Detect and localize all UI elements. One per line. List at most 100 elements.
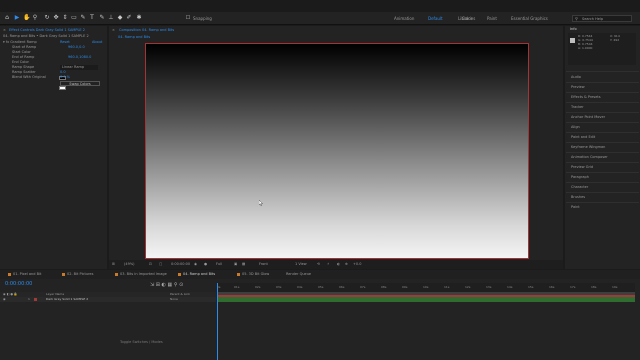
- col-parent-link[interactable]: Parent & Link: [170, 292, 190, 296]
- ramp-shape-dropdown[interactable]: Linear Ramp: [60, 65, 98, 70]
- info-xy: X: 914 Y: 492: [610, 34, 620, 42]
- composition-canvas[interactable]: [145, 43, 529, 259]
- panel-preview[interactable]: Preview: [571, 85, 585, 89]
- param-label: Blend With Original: [12, 75, 46, 79]
- search-help-input[interactable]: ⚲ Search Help: [572, 15, 632, 22]
- dolly-camera-icon[interactable]: ⇕: [62, 15, 68, 21]
- hand-tool-icon[interactable]: ✋: [23, 15, 30, 21]
- fast-preview-icon[interactable]: ⚡: [327, 262, 329, 266]
- panel-align[interactable]: Align: [571, 125, 580, 129]
- clone-stamp-icon[interactable]: ⊥: [108, 15, 114, 21]
- timeline-tools-icons[interactable]: ⇲ ⊞ ◐ ▦ ⚲ ⊙: [150, 282, 183, 288]
- transparency-grid-icon[interactable]: ▦: [242, 262, 245, 266]
- snapping-label: Snapping: [193, 16, 212, 21]
- puppet-tool-icon[interactable]: ✱: [136, 15, 142, 21]
- effect-controls-breadcrumb: 04. Ramp and Bits • Dark Gray Solid 1 SA…: [3, 34, 89, 38]
- panel-tracker[interactable]: Tracker: [571, 105, 584, 109]
- start-of-ramp-value[interactable]: 960.0,0.0: [68, 45, 85, 50]
- snapshot-icon[interactable]: ◉: [194, 262, 197, 266]
- views-dropdown[interactable]: 1 View: [295, 262, 307, 266]
- tab-render-queue[interactable]: Render Queue: [286, 272, 311, 276]
- playhead[interactable]: [217, 283, 218, 360]
- panel-character[interactable]: Character: [571, 185, 588, 189]
- tick-label: 10s: [423, 285, 429, 289]
- type-tool-icon[interactable]: T: [89, 15, 95, 21]
- roto-brush-icon[interactable]: ✐: [126, 15, 132, 21]
- layer-duration-bar[interactable]: [217, 297, 635, 302]
- grid-icon[interactable]: ⊡: [149, 262, 152, 266]
- switch-icons[interactable]: ◉ ◧ ● 🔒: [3, 292, 18, 296]
- roi-icon[interactable]: ▣: [234, 262, 237, 266]
- panel-effects-presets[interactable]: Effects & Presets: [571, 95, 601, 99]
- magnification-icon[interactable]: ⊞: [112, 262, 115, 266]
- brush-tool-icon[interactable]: ✎: [99, 15, 105, 21]
- region-icon[interactable]: ▢: [159, 262, 162, 266]
- panel-preview-grid[interactable]: Preview Grid: [571, 165, 593, 169]
- workspace-essential-graphics[interactable]: Essential Graphics: [511, 16, 548, 21]
- workspace-color[interactable]: Color: [462, 16, 472, 21]
- exposure-value[interactable]: +0.0: [353, 262, 362, 266]
- effect-controls-panel: × Effect Controls Dark Gray Solid 1 SAMP…: [0, 26, 107, 269]
- toggle-switches-modes[interactable]: Toggle Switches / Modes: [120, 340, 163, 344]
- motion-blur-icon[interactable]: ◐: [337, 262, 340, 266]
- time-ruler[interactable]: 0s 01s 02s 03s 04s 05s 06s 07s 08s 09s 1…: [217, 283, 635, 292]
- workspace-paint[interactable]: Paint: [487, 16, 497, 21]
- divider: [566, 71, 639, 72]
- tick-label: 09s: [402, 285, 408, 289]
- rectangle-tool-icon[interactable]: ▭: [71, 15, 77, 21]
- about-link[interactable]: About: [92, 40, 102, 45]
- end-color-swatch[interactable]: [59, 86, 66, 90]
- home-icon[interactable]: ⌂: [4, 15, 10, 21]
- tab-comp-03[interactable]: 03. Bits in Imported Image: [115, 272, 167, 276]
- snapping-checkbox[interactable]: ☐: [185, 15, 191, 21]
- orbit-camera-icon[interactable]: ↻: [44, 15, 50, 21]
- panel-paint-and-edit[interactable]: Paint and Edit: [571, 135, 595, 139]
- tab-effect-controls[interactable]: Effect Controls Dark Gray Solid 1 SAMPLE…: [9, 26, 85, 34]
- panel-brushes[interactable]: Brushes: [571, 195, 585, 199]
- tick-label: 17s: [570, 285, 576, 289]
- show-channel-icon[interactable]: ●: [204, 262, 207, 266]
- workspace-default[interactable]: Default: [428, 16, 443, 21]
- tick-label: 18s: [591, 285, 597, 289]
- zoom-dropdown[interactable]: (49%): [124, 262, 135, 266]
- zoom-tool-icon[interactable]: ⚲: [32, 15, 38, 21]
- panel-paragraph[interactable]: Paragraph: [571, 175, 589, 179]
- end-of-ramp-value[interactable]: 960.0,1080.0: [68, 55, 91, 60]
- panel-keyframe-wingman[interactable]: Keyframe Wingman: [571, 145, 605, 149]
- tab-comp-05[interactable]: 05. 3D Bit Glow: [237, 272, 269, 276]
- info-rgba: R: 0.7544 G: 0.7544 B: 0.7544 A: 1.0000: [578, 34, 593, 50]
- workspace-animation[interactable]: Animation: [394, 16, 414, 21]
- pen-tool-icon[interactable]: ✎: [80, 15, 86, 21]
- divider: [566, 122, 639, 123]
- parent-dropdown[interactable]: None: [170, 297, 178, 301]
- selection-tool-icon[interactable]: ▶: [14, 15, 20, 21]
- resolution-dropdown[interactable]: Full: [216, 262, 222, 266]
- blend-with-original-value[interactable]: 0.0 %: [60, 75, 70, 80]
- tab-comp-02[interactable]: 02. Bit Pictures: [62, 272, 93, 276]
- col-layer-name[interactable]: Layer Name: [46, 292, 64, 296]
- layer-row[interactable]: ◉ 1 Dark Gray Solid 1 SAMPLE 2 None: [0, 297, 216, 302]
- tick-label: 02s: [255, 285, 261, 289]
- timeline-timecode[interactable]: 0:00:00:00: [5, 281, 32, 287]
- tab-comp-04[interactable]: 04. Ramp and Bits: [178, 272, 215, 276]
- eraser-tool-icon[interactable]: ◆: [117, 15, 123, 21]
- comp-breadcrumb[interactable]: 04. Ramp and Bits: [118, 33, 150, 41]
- panel-paint[interactable]: Paint: [571, 205, 580, 209]
- tab-comp-01[interactable]: 01. Pixel and Bit: [8, 272, 41, 276]
- layer-name[interactable]: Dark Gray Solid 1 SAMPLE 2: [46, 297, 88, 301]
- layer-label-color[interactable]: [34, 298, 37, 301]
- effect-controls-close-icon[interactable]: ×: [3, 26, 6, 34]
- search-placeholder: Search Help: [582, 17, 604, 21]
- comp-close-icon[interactable]: ×: [112, 26, 115, 34]
- pan-camera-icon[interactable]: ✥: [53, 15, 59, 21]
- divider: [566, 152, 639, 153]
- swap-colors-button[interactable]: Swap Colors: [60, 81, 100, 86]
- visibility-icon[interactable]: ◉: [3, 297, 6, 301]
- panel-animation-composer[interactable]: Animation Composer: [571, 155, 608, 159]
- panel-audio[interactable]: Audio: [571, 75, 581, 79]
- viewer-timecode[interactable]: 0:00:00:00: [171, 262, 190, 266]
- flowchart-icon[interactable]: ⊕: [345, 262, 348, 266]
- camera-dropdown[interactable]: Front: [259, 262, 268, 266]
- panel-anchor-point-mover[interactable]: Anchor Point Mover: [571, 115, 605, 119]
- toggle-icon[interactable]: ⟲: [317, 262, 320, 266]
